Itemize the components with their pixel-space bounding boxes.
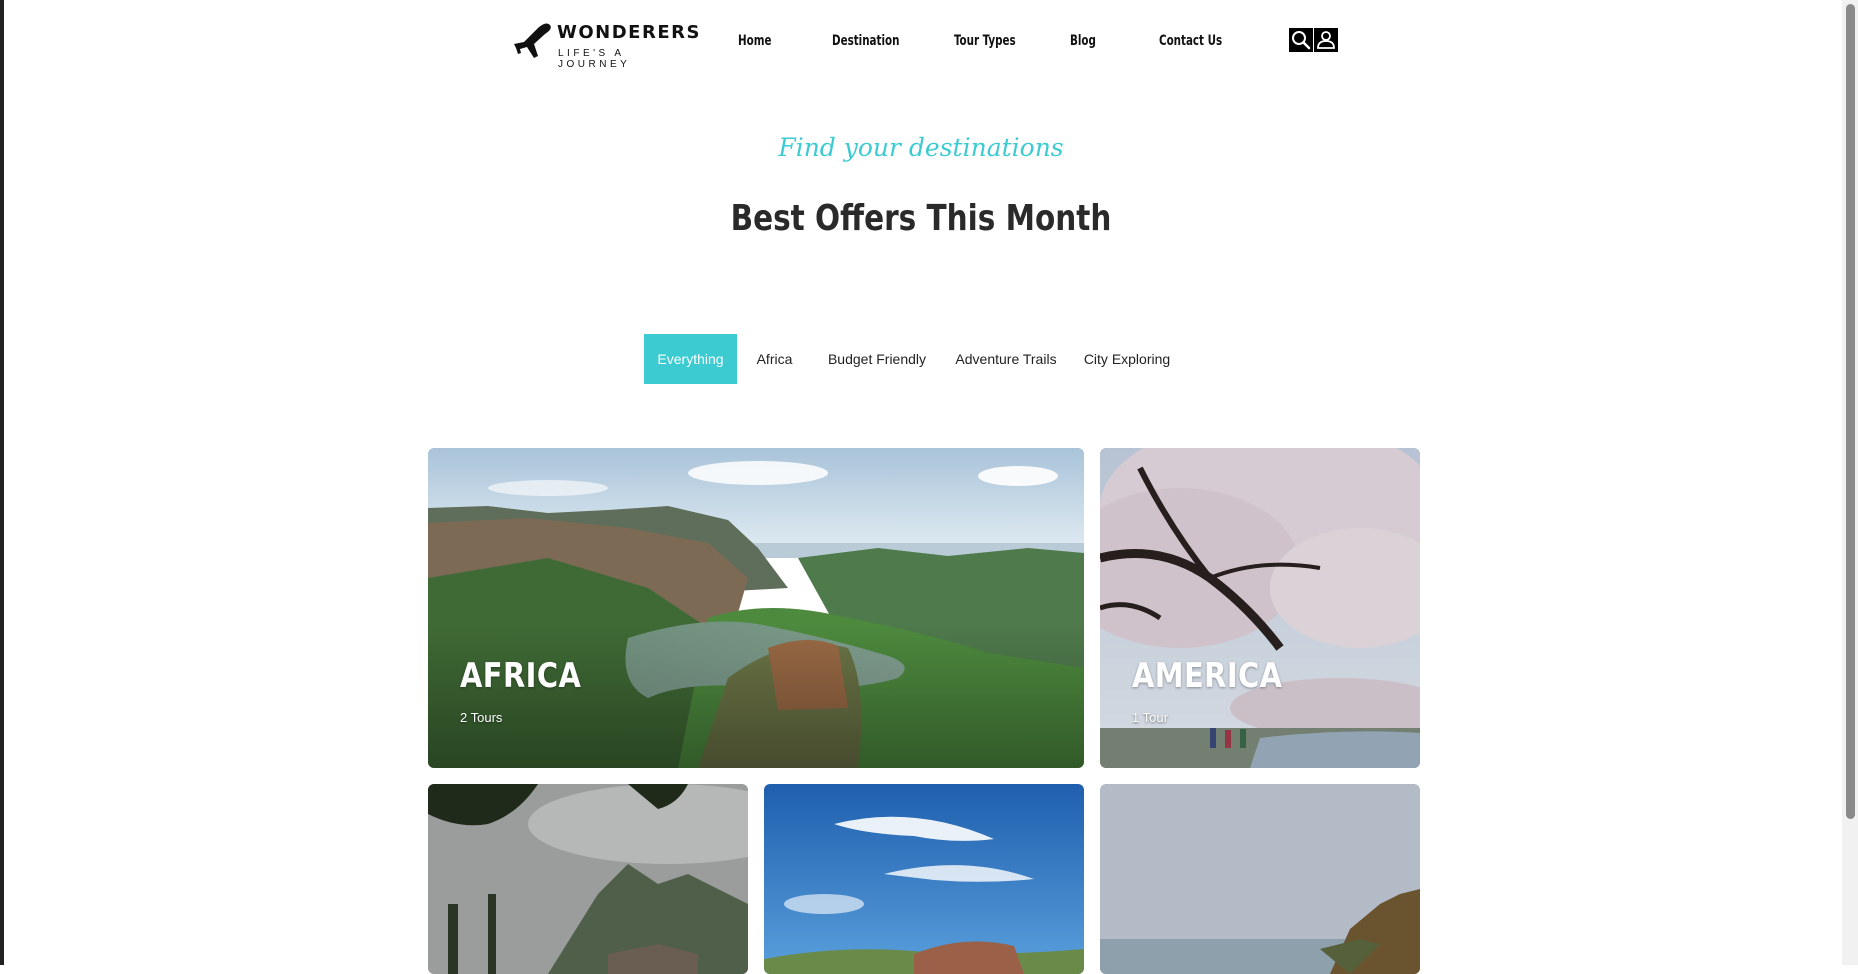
site-header: WONDERERS LIFE'S A JOURNEY Home Destinat…	[0, 0, 1842, 90]
tab-city-exploring[interactable]: City Exploring	[1070, 334, 1184, 384]
scrollbar-thumb[interactable]	[1846, 4, 1855, 819]
user-icon[interactable]	[1314, 28, 1338, 52]
destination-card-blue-sky[interactable]	[764, 784, 1084, 974]
destination-card-forest[interactable]	[428, 784, 748, 974]
tab-everything[interactable]: Everything	[644, 334, 737, 384]
destination-card-coast[interactable]	[1100, 784, 1420, 974]
tab-budget-friendly[interactable]: Budget Friendly	[812, 334, 942, 384]
airplane-icon	[514, 23, 551, 58]
brand-tagline: LIFE'S A JOURNEY	[558, 48, 631, 70]
nav-tour-types[interactable]: Tour Types	[954, 33, 1016, 49]
brand-name: WONDERERS	[557, 22, 701, 43]
brand-logo[interactable]: WONDERERS LIFE'S A JOURNEY	[512, 20, 699, 70]
destination-card-america[interactable]: AMERICA 1 Tour	[1100, 448, 1420, 768]
tab-adventure-trails[interactable]: Adventure Trails	[942, 334, 1070, 384]
blue-sky-hills-image	[764, 784, 1084, 974]
coastal-cliff-image	[1100, 784, 1420, 974]
card-title: AMERICA	[1132, 656, 1283, 696]
card-tour-count: 2 Tours	[460, 710, 503, 725]
nav-contact-us[interactable]: Contact Us	[1159, 33, 1222, 49]
destination-card-africa[interactable]: AFRICA 2 Tours	[428, 448, 1084, 768]
tab-africa[interactable]: Africa	[737, 334, 812, 384]
nav-destination[interactable]: Destination	[832, 33, 899, 49]
card-tour-count: 1 Tour	[1132, 710, 1168, 725]
section-subtitle: Find your destinations	[778, 133, 1064, 162]
africa-landscape-image	[428, 448, 1084, 768]
page-scrollbar[interactable]	[1842, 0, 1858, 965]
forest-mountain-image	[428, 784, 748, 974]
section-title: Best Offers This Month	[730, 198, 1112, 239]
nav-home[interactable]: Home	[738, 33, 772, 49]
search-icon[interactable]	[1289, 28, 1313, 52]
card-title: AFRICA	[460, 656, 582, 696]
nav-blog[interactable]: Blog	[1070, 33, 1096, 49]
